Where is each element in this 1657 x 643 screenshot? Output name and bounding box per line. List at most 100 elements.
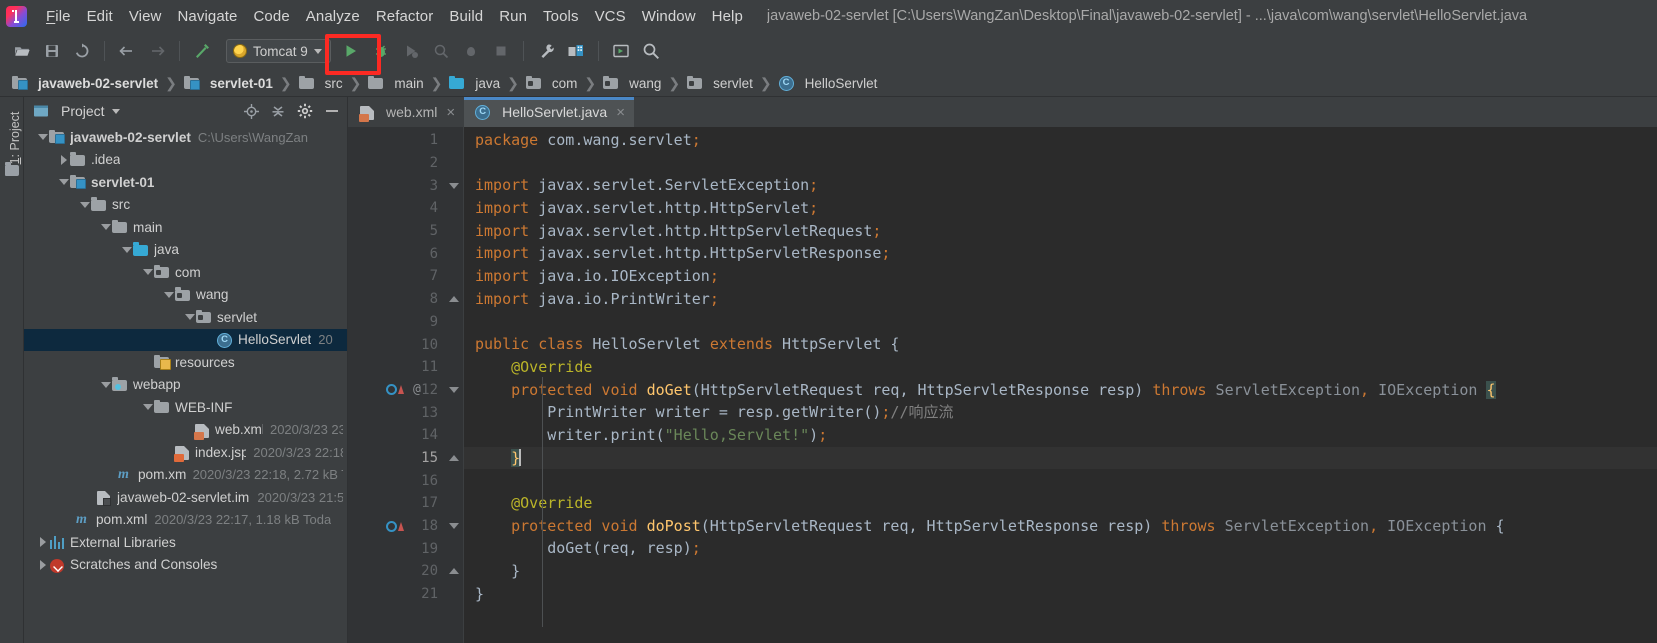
tab-web-xml[interactable]: web.xml × <box>348 97 464 127</box>
fold-region-dopost-start[interactable] <box>444 515 463 538</box>
tree-item-index-jsp[interactable]: index.jsp 2020/3/23 22:18 <box>24 441 347 464</box>
tree-item-javaweb-02-servlet[interactable]: javaweb-02-servlet C:\Users\WangZan <box>24 126 347 149</box>
tree-item-servlet-package[interactable]: servlet <box>24 306 347 329</box>
project-structure-icon[interactable] <box>562 37 590 65</box>
chevron-down-icon[interactable] <box>99 381 112 388</box>
chevron-down-icon[interactable] <box>111 108 120 114</box>
tree-item-helloservlet[interactable]: HelloServlet 20 <box>24 328 347 351</box>
update-project-icon[interactable] <box>607 37 635 65</box>
menu-window[interactable]: Window <box>634 5 704 28</box>
editor-fold-column[interactable] <box>444 127 464 643</box>
override-method-icon[interactable] <box>386 520 397 532</box>
menu-run[interactable]: Run <box>491 5 535 28</box>
chevron-down-icon[interactable] <box>99 224 112 231</box>
chevron-right-icon[interactable] <box>36 537 49 548</box>
tree-item-pom-xml-module[interactable]: m pom.xml 2020/3/23 22:18, 2.72 kB To <box>24 464 347 487</box>
code-text-area[interactable]: package com.wang.servlet; import javax.s… <box>464 127 1657 643</box>
tree-item-webapp[interactable]: webapp <box>24 374 347 397</box>
breadcrumb-item-servlet[interactable]: servlet <box>683 74 757 92</box>
attach-profiler-icon[interactable] <box>457 37 485 65</box>
editor-gutter[interactable]: 1 2 3 4 5 6 7 8 9 10 11 @ 12 13 14 15 16… <box>348 127 444 643</box>
profile-icon[interactable] <box>427 37 455 65</box>
menu-file[interactable]: File <box>38 5 79 28</box>
navigate-forward-icon[interactable] <box>143 37 171 65</box>
breadcrumb-item-wang[interactable]: wang <box>599 74 665 92</box>
code-line-5: import javax.servlet.http.HttpServletReq… <box>475 221 882 240</box>
tree-item-web-xml[interactable]: web.xml 2020/3/23 23 <box>24 419 347 442</box>
breadcrumb-item-project[interactable]: javaweb-02-servlet <box>8 74 162 92</box>
chevron-right-icon[interactable] <box>36 559 49 570</box>
tree-item-wang[interactable]: wang <box>24 284 347 307</box>
tree-item-idea[interactable]: .idea <box>24 149 347 172</box>
breadcrumb-item-java[interactable]: java <box>445 74 504 92</box>
close-icon[interactable]: × <box>446 105 455 120</box>
fold-region-dopost-end[interactable] <box>444 560 463 583</box>
menu-edit[interactable]: Edit <box>79 5 121 28</box>
chevron-down-icon[interactable] <box>36 134 49 141</box>
breadcrumb-item-main[interactable]: main <box>364 74 427 92</box>
fold-region-doget-end[interactable] <box>444 447 463 470</box>
breadcrumb-item-class[interactable]: HelloServlet <box>775 74 882 92</box>
fold-region-imports-start[interactable] <box>444 174 463 197</box>
tree-item-scratches-and-consoles[interactable]: Scratches and Consoles <box>24 554 347 577</box>
tree-item-java[interactable]: java <box>24 239 347 262</box>
menu-analyze[interactable]: Analyze <box>298 5 368 28</box>
gutter-marks[interactable] <box>386 515 404 538</box>
tree-item-external-libraries[interactable]: External Libraries <box>24 531 347 554</box>
tree-item-servlet-01[interactable]: servlet-01 <box>24 171 347 194</box>
menu-build[interactable]: Build <box>441 5 491 28</box>
sync-icon[interactable] <box>68 37 96 65</box>
tree-item-iml-file[interactable]: javaweb-02-servlet.iml 2020/3/23 21:5 <box>24 486 347 509</box>
close-icon[interactable]: × <box>616 105 625 120</box>
search-everywhere-icon[interactable] <box>637 37 665 65</box>
menu-code[interactable]: Code <box>246 5 298 28</box>
build-icon[interactable] <box>188 37 216 65</box>
override-method-icon[interactable] <box>386 384 397 396</box>
fold-region-doget-start[interactable] <box>444 379 463 402</box>
open-project-icon[interactable] <box>8 37 36 65</box>
debug-button[interactable] <box>367 37 395 65</box>
chevron-down-icon[interactable] <box>141 269 154 276</box>
chevron-down-icon[interactable] <box>162 291 175 298</box>
breadcrumb-item-src[interactable]: src <box>295 74 347 92</box>
breadcrumb-item-module[interactable]: servlet-01 <box>180 74 277 92</box>
favorites-icon[interactable] <box>5 162 19 176</box>
tree-item-src[interactable]: src <box>24 194 347 217</box>
tree-item-resources[interactable]: resources <box>24 351 347 374</box>
breadcrumb-item-com[interactable]: com <box>522 74 582 92</box>
menu-tools[interactable]: Tools <box>535 5 587 28</box>
implementation-arrow-icon[interactable] <box>398 385 404 395</box>
fold-region-imports-end[interactable] <box>444 288 463 311</box>
tree-item-web-inf[interactable]: WEB-INF <box>24 396 347 419</box>
chevron-down-icon[interactable] <box>78 201 91 208</box>
chevron-down-icon[interactable] <box>141 404 154 411</box>
tree-item-com[interactable]: com <box>24 261 347 284</box>
run-configuration-selector[interactable]: Tomcat 9 <box>226 39 331 63</box>
navigate-back-icon[interactable] <box>113 37 141 65</box>
menu-help[interactable]: Help <box>704 5 751 28</box>
code-editor[interactable]: 1 2 3 4 5 6 7 8 9 10 11 @ 12 13 14 15 16… <box>348 127 1657 643</box>
implementation-arrow-icon[interactable] <box>398 521 404 531</box>
tree-item-pom-xml-root[interactable]: m pom.xml 2020/3/23 22:17, 1.18 kB Toda <box>24 509 347 532</box>
menu-view[interactable]: View <box>121 5 170 28</box>
save-all-icon[interactable] <box>38 37 66 65</box>
hide-icon[interactable] <box>323 102 341 120</box>
collapse-all-icon[interactable] <box>269 102 287 120</box>
settings-gear-icon[interactable] <box>296 102 314 120</box>
chevron-right-icon[interactable] <box>57 154 70 165</box>
tab-helloservlet-java[interactable]: HelloServlet.java × <box>464 97 634 127</box>
locate-icon[interactable] <box>242 102 260 120</box>
chevron-down-icon[interactable] <box>120 246 133 253</box>
chevron-down-icon[interactable] <box>57 179 70 186</box>
chevron-down-icon[interactable] <box>183 314 196 321</box>
run-with-coverage-icon[interactable] <box>397 37 425 65</box>
gutter-marks[interactable]: @ <box>386 379 421 402</box>
stop-icon[interactable] <box>487 37 515 65</box>
project-tree[interactable]: javaweb-02-servlet C:\Users\WangZan .ide… <box>24 125 347 643</box>
settings-icon[interactable] <box>532 37 560 65</box>
menu-vcs[interactable]: VCS <box>587 5 634 28</box>
tree-item-main[interactable]: main <box>24 216 347 239</box>
menu-refactor[interactable]: Refactor <box>368 5 442 28</box>
run-button[interactable] <box>337 37 365 65</box>
menu-navigate[interactable]: Navigate <box>169 5 245 28</box>
